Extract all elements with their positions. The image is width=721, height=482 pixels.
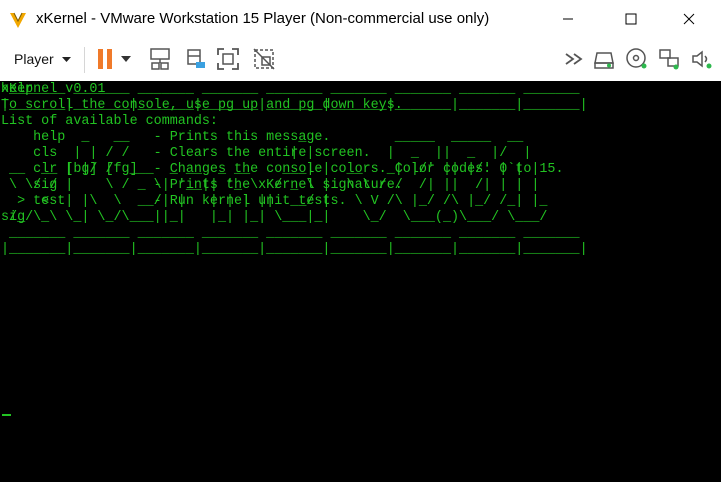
network-adapter-icon <box>659 49 679 70</box>
minimize-button[interactable] <box>545 0 591 38</box>
toolbar-divider <box>84 47 85 73</box>
player-menu-button[interactable]: Player <box>6 46 78 72</box>
kernel-version-label: xKernel v0.01 <box>1 82 106 97</box>
unity-button[interactable] <box>252 47 276 71</box>
player-menu-label: Player <box>14 51 54 67</box>
removable-devices-button[interactable] <box>184 47 208 71</box>
cd-dvd-icon <box>626 48 647 69</box>
unity-icon <box>253 48 275 70</box>
sound-icon <box>692 50 712 69</box>
minimize-icon <box>563 18 573 20</box>
close-button[interactable] <box>666 0 712 38</box>
window-title: xKernel - VMware Workstation 15 Player (… <box>36 10 490 27</box>
hard-disk-button[interactable] <box>592 47 616 71</box>
send-ctrl-alt-del-icon <box>150 48 170 70</box>
pause-button[interactable] <box>93 47 117 71</box>
chevron-down-icon <box>121 56 131 62</box>
close-icon <box>683 13 695 25</box>
network-adapter-button[interactable] <box>657 47 681 71</box>
console-cursor <box>2 414 11 416</box>
cd-dvd-button[interactable] <box>625 47 649 71</box>
maximize-icon <box>625 13 637 25</box>
pause-icon <box>98 49 112 69</box>
maximize-button[interactable] <box>608 0 654 38</box>
sound-button[interactable] <box>690 47 714 71</box>
removable-devices-icon <box>187 49 205 68</box>
vmware-logo-icon <box>9 11 27 29</box>
vm-console[interactable]: help To scroll the console, use pg up an… <box>0 81 721 482</box>
forward-icon <box>565 53 583 65</box>
toolbar: Player <box>0 38 721 81</box>
send-ctrl-alt-del-button[interactable] <box>148 47 172 71</box>
title-bar: xKernel - VMware Workstation 15 Player (… <box>0 0 721 39</box>
chevron-down-icon <box>61 50 71 68</box>
power-options-dropdown[interactable] <box>119 47 133 71</box>
fullscreen-icon <box>217 48 239 70</box>
xkernel-signature-banner: _______ _______ _______ _______ _______ … <box>1 82 588 257</box>
forward-button[interactable] <box>562 47 586 71</box>
hard-disk-icon <box>594 52 614 69</box>
fullscreen-button[interactable] <box>216 47 240 71</box>
